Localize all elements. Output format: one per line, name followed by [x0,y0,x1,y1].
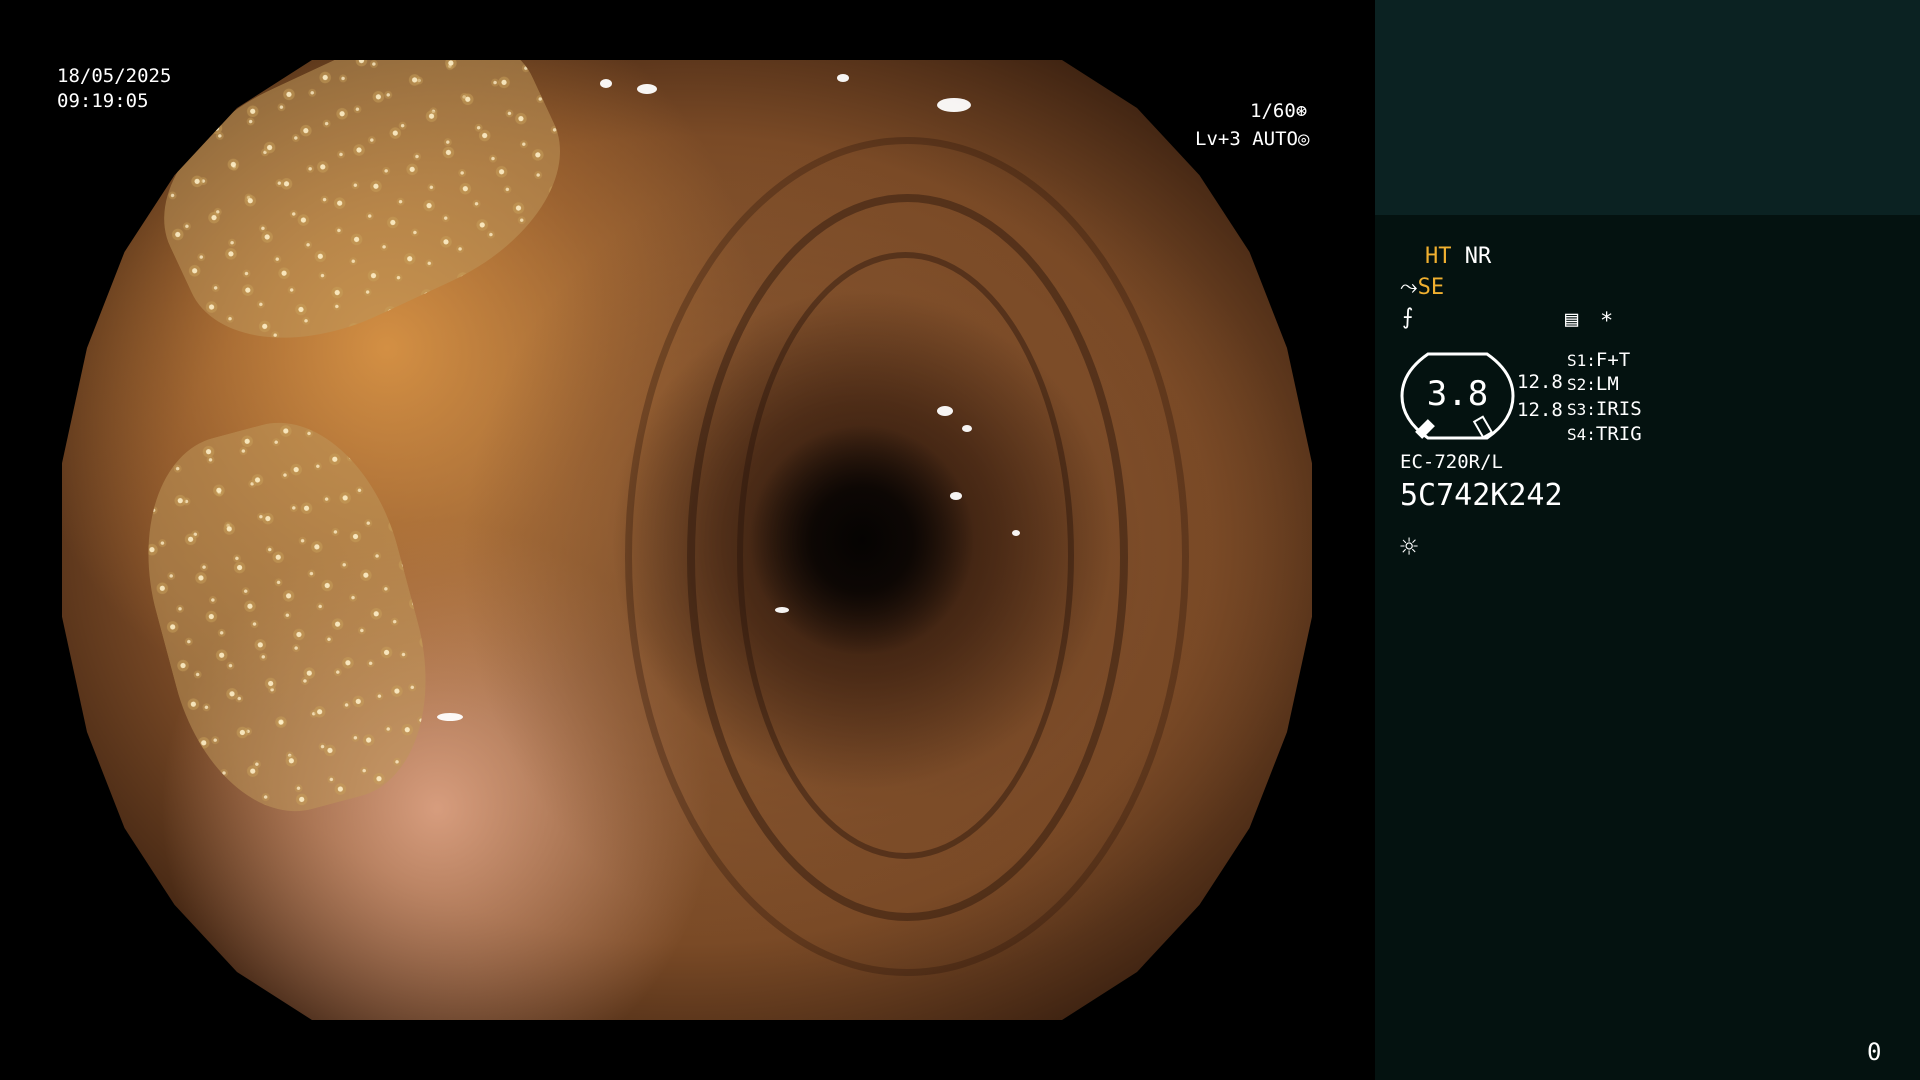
switch-row-4: S4:TRIG [1567,422,1642,447]
light-reflection [837,74,849,83]
memory-icon: ▤ [1565,307,1579,332]
ht-label: HT [1425,244,1452,269]
scope-serial: 5C742K242 [1400,478,1563,513]
switch-key: S4: [1567,425,1596,444]
shutter-label: 1/60 [1250,100,1296,122]
light-reflection [962,424,972,432]
nr-label: NR [1464,244,1492,269]
info-panel-header [1375,0,1920,215]
switch-key: S3: [1567,400,1596,419]
switch-value: F+T [1595,349,1631,371]
shutter-readout: 1/60⊛ [1250,99,1307,123]
level-readout: Lv+3 AUTO◎ [1195,127,1309,151]
bubble-cluster [116,398,458,835]
light-reflection [437,712,463,721]
se-row: ⤳SE [1400,276,1444,300]
value-bottom: 12.8 [1517,399,1563,421]
time-label: 09:19:05 [57,90,149,112]
endoscopic-image [62,60,1312,1020]
light-reflection [599,79,612,89]
value-top: 12.8 [1517,371,1563,393]
switch-key: S1: [1567,351,1596,370]
counter-label: 0 [1867,1038,1882,1066]
gauge: 3.8 [1400,350,1515,442]
scope-model: EC-720R/L [1400,451,1503,473]
light-reflection [949,492,962,500]
light-reflection [774,607,789,614]
switch-value: TRIG [1595,423,1642,445]
switch-value: LM [1595,373,1619,395]
switch-value: IRIS [1595,398,1642,420]
ht-nr-row: HT NR [1425,245,1491,269]
asterisk-label: * [1600,309,1614,334]
mucosal-fold [624,136,1189,977]
switch-row-2: S2:LM [1567,372,1619,397]
light-reflection [937,98,971,113]
bubble-cluster [127,60,597,383]
light-reflection [937,405,953,416]
shutter-icon: ⊛ [1295,100,1308,122]
se-label: SE [1417,275,1445,300]
f-icon: ⨍ [1402,305,1414,330]
se-icon: ⤳ [1400,275,1418,300]
info-panel: HT NR ⤳SE ⨍ ▤ * 3.8 12.8 12.8 S1:F+T S2:… [1375,0,1920,1080]
auto-icon: ◎ [1297,128,1310,150]
endoscope-view: 18/05/2025 09:19:05 1/60⊛ Lv+3 AUTO◎ [0,0,1375,1080]
switch-row-1: S1:F+T [1567,348,1630,373]
level-label: Lv+3 AUTO [1195,128,1298,150]
switch-row-3: S3:IRIS [1567,397,1642,422]
light-reflection [637,84,657,94]
date-label: 18/05/2025 [57,65,172,87]
light-source-icon: ☼ [1400,530,1419,565]
switch-key: S2: [1567,375,1596,394]
gauge-value: 3.8 [1426,374,1489,414]
